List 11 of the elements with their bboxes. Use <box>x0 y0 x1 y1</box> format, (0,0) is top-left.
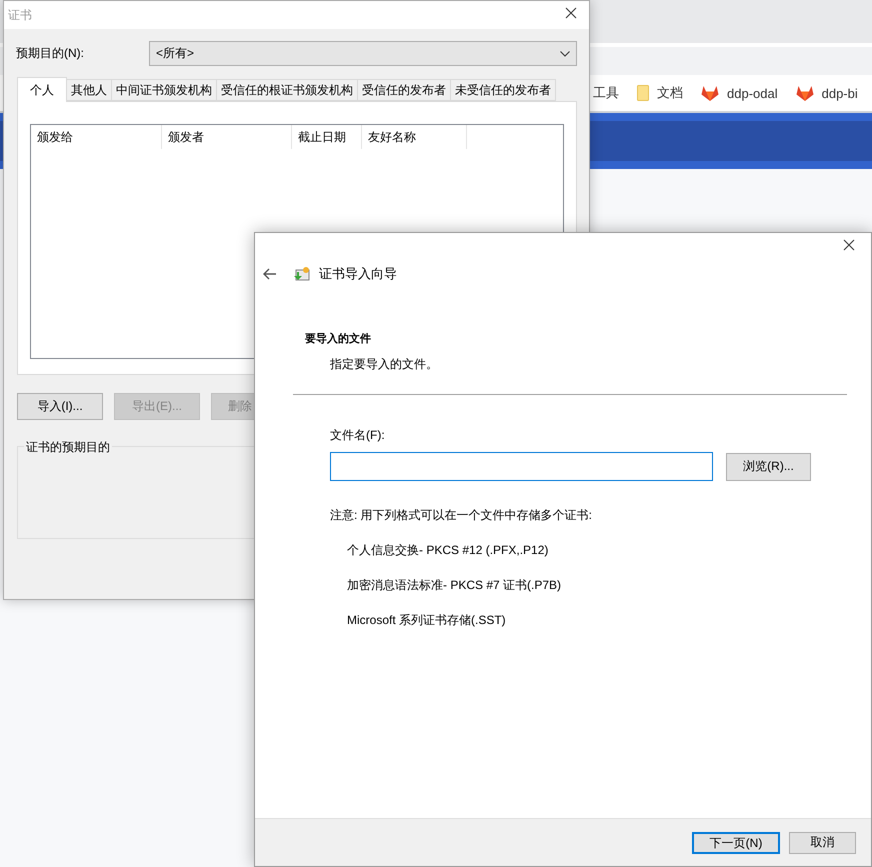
section-heading: 要导入的文件 <box>305 332 372 346</box>
section-description: 指定要导入的文件。 <box>330 356 439 373</box>
format-item: 加密消息语法标准- PKCS #7 证书(.P7B) <box>347 577 562 594</box>
note-text: 注意: 用下列格式可以在一个文件中存储多个证书: <box>330 507 594 524</box>
format-item: Microsoft 系列证书存储(.SST) <box>347 612 507 629</box>
wizard-title: 证书导入向导 <box>319 265 397 283</box>
window-title: 证书 <box>8 6 32 24</box>
format-item: 个人信息交换- PKCS #12 (.PFX,.P12) <box>347 542 550 559</box>
field-label: 预期目的(N): <box>16 45 85 62</box>
group-title: 证书的预期目的 <box>24 439 112 456</box>
field-label: 文件名(F): <box>330 427 386 444</box>
